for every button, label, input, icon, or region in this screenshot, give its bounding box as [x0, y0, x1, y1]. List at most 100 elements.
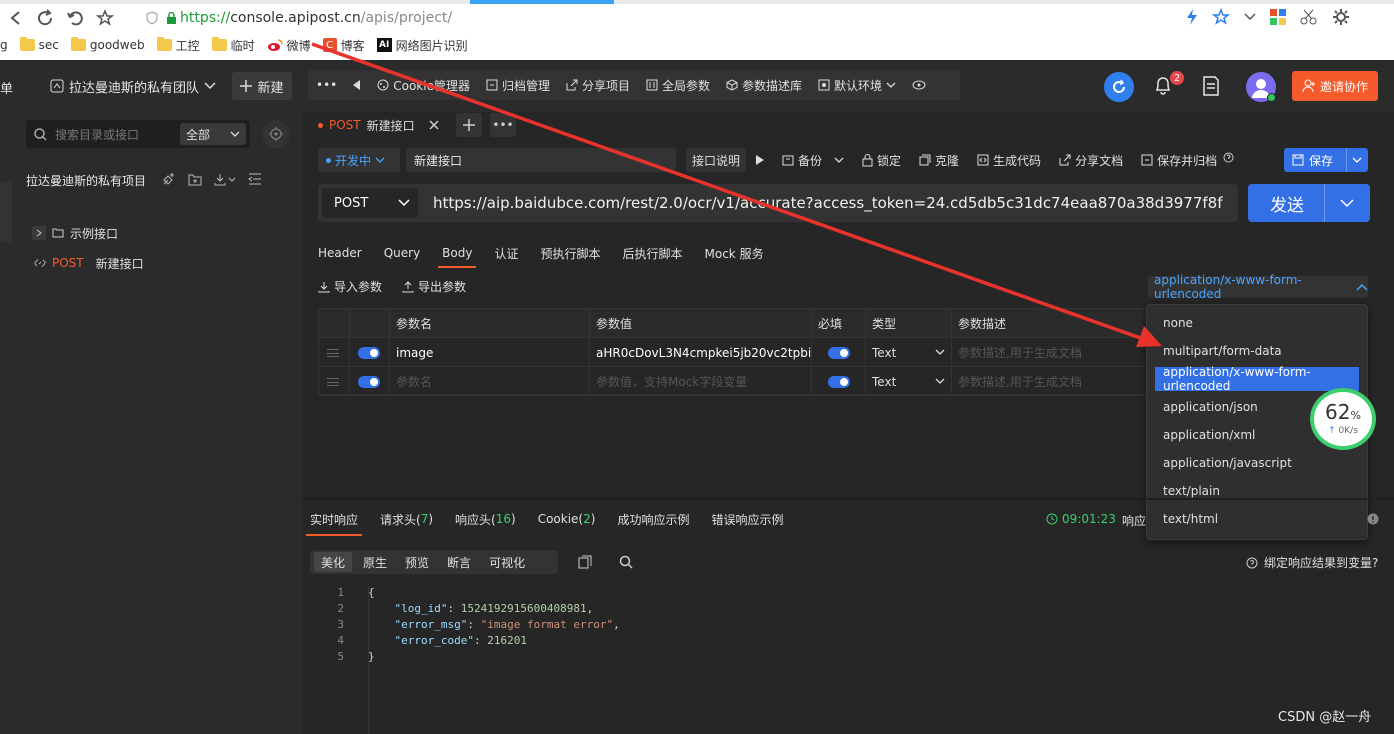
refresh-icon[interactable] — [30, 4, 60, 32]
method-select[interactable]: POST — [322, 188, 418, 218]
tab-auth[interactable]: 认证 — [494, 240, 518, 266]
lock-button[interactable]: 锁定 — [862, 152, 901, 169]
generate-code-button[interactable]: 生成代码 — [977, 152, 1041, 169]
invite-button[interactable]: 邀请协作 — [1292, 71, 1378, 101]
content-type-select[interactable]: application/x-www-form-urlencoded — [1148, 273, 1368, 301]
bookmark-weibo[interactable]: 微博 — [267, 37, 311, 54]
panel-divider[interactable] — [302, 498, 1394, 500]
chevron-down-icon[interactable] — [1244, 13, 1256, 21]
tab-post-script[interactable]: 后执行脚本 — [623, 240, 683, 266]
toolbar-param-desc-library[interactable]: 参数描述库 — [726, 77, 802, 94]
tab-realtime-response[interactable]: 实时响应 — [305, 506, 363, 536]
param-name-input[interactable]: image — [389, 338, 589, 367]
toolbar-cookie-manager[interactable]: Cookie管理器 — [377, 77, 470, 94]
export-params-button[interactable]: 导出参数 — [402, 278, 466, 295]
help-icon[interactable] — [1223, 152, 1234, 163]
close-icon[interactable] — [429, 120, 439, 130]
more-tabs-icon[interactable]: ••• — [490, 113, 516, 137]
drag-handle[interactable] — [319, 338, 349, 367]
tab-response-headers[interactable]: 响应头(16) — [455, 506, 516, 532]
sync-icon[interactable] — [1104, 72, 1134, 102]
api-name-input[interactable]: 新建接口 — [406, 148, 676, 172]
avatar[interactable] — [1246, 72, 1276, 102]
url-input[interactable]: https://aip.baidubce.com/rest/2.0/ocr/v1… — [433, 190, 1223, 216]
bookmark-sec[interactable]: sec — [19, 37, 59, 52]
request-tab[interactable]: POST 新建接口 — [310, 112, 448, 138]
tree-folder-example[interactable]: 示例接口 — [32, 222, 118, 244]
tree-api-item[interactable]: POST 新建接口 — [34, 252, 144, 274]
run-icon[interactable] — [756, 155, 764, 165]
tab-cookie[interactable]: Cookie(2) — [538, 506, 596, 532]
toolbar-environment[interactable]: 默认环境 — [818, 77, 896, 94]
star-icon[interactable] — [90, 4, 120, 32]
backup-button[interactable]: 备份 — [782, 152, 844, 169]
add-tab-icon[interactable] — [456, 113, 482, 137]
param-value-input[interactable]: 参数值，支持Mock字段变量 — [589, 367, 811, 396]
tab-success-example[interactable]: 成功响应示例 — [617, 506, 689, 532]
tab-pre-script[interactable]: 预执行脚本 — [540, 240, 600, 266]
address-bar[interactable]: https://console.apipost.cn/apis/project/ — [142, 6, 1182, 30]
api-desc-button[interactable]: 接口说明 — [686, 148, 746, 172]
drag-handle[interactable] — [319, 367, 349, 396]
row-enabled-toggle[interactable] — [349, 338, 389, 367]
save-archive-button[interactable]: 保存并归档 — [1141, 152, 1234, 169]
favorite-star-icon[interactable] — [1212, 8, 1230, 26]
bookmark-blog[interactable]: C 博客 — [322, 37, 365, 54]
copy-icon[interactable] — [578, 555, 592, 569]
option-multipart[interactable]: multipart/form-data — [1155, 339, 1359, 363]
new-api-icon[interactable] — [162, 172, 176, 186]
toolbar-archive[interactable]: 归档管理 — [486, 77, 550, 94]
document-icon[interactable] — [1202, 76, 1220, 96]
chevron-down-icon[interactable] — [1340, 199, 1354, 208]
row-enabled-toggle[interactable] — [349, 367, 389, 396]
bookmark-goodweb[interactable]: goodweb — [70, 37, 145, 52]
format-visualize[interactable]: 可视化 — [482, 552, 532, 572]
format-assert[interactable]: 断言 — [440, 552, 478, 572]
more-icon[interactable]: ••• — [316, 78, 337, 92]
required-toggle[interactable] — [811, 367, 865, 396]
collapse-left-icon[interactable] — [353, 80, 361, 90]
format-preview[interactable]: 预览 — [398, 552, 436, 572]
send-button[interactable]: 发送 — [1248, 184, 1370, 222]
option-javascript[interactable]: application/javascript — [1155, 451, 1359, 475]
new-button[interactable]: 新建 — [232, 72, 292, 100]
chevron-down-icon[interactable] — [1352, 157, 1362, 164]
bookmark-image-recognition[interactable]: AI 网络图片识别 — [376, 37, 468, 54]
option-none[interactable]: none — [1155, 311, 1359, 335]
locate-icon[interactable] — [262, 120, 290, 148]
format-beautify[interactable]: 美化 — [314, 552, 353, 572]
format-raw[interactable]: 原生 — [356, 552, 394, 572]
toolbar-global-params[interactable]: 全局参数 — [646, 77, 710, 94]
status-select[interactable]: 开发中 — [318, 148, 400, 172]
import-params-button[interactable]: 导入参数 — [318, 278, 382, 295]
eye-icon[interactable] — [912, 80, 926, 90]
scissors-icon[interactable] — [1300, 9, 1318, 25]
tab-header[interactable]: Header — [318, 240, 362, 266]
bookmark-gongkong[interactable]: 工控 — [156, 37, 200, 54]
speed-widget[interactable]: 62% ↑ 0K/s — [1310, 388, 1376, 450]
bookmark-g[interactable]: g — [0, 38, 8, 52]
settings-gear-icon[interactable] — [1332, 8, 1350, 26]
tab-request-headers[interactable]: 请求头(7) — [380, 506, 433, 532]
scope-select[interactable]: 全部 — [180, 123, 246, 145]
share-doc-button[interactable]: 分享文档 — [1059, 152, 1123, 169]
lightning-icon[interactable] — [1186, 9, 1198, 25]
required-toggle[interactable] — [811, 338, 865, 367]
param-value-input[interactable]: aHR0cDovL3N4cmpkei5jb20vc2tpbi — [589, 338, 811, 367]
undo-icon[interactable] — [60, 4, 90, 32]
tab-mock[interactable]: Mock 服务 — [705, 240, 764, 266]
menu-label[interactable]: 单 — [0, 78, 13, 97]
param-name-input[interactable]: 参数名 — [389, 367, 589, 396]
apps-grid-icon[interactable] — [1270, 9, 1286, 25]
back-icon[interactable] — [0, 4, 30, 32]
bookmark-linshi[interactable]: 临时 — [211, 37, 255, 54]
collapse-sidebar-icon[interactable] — [248, 172, 262, 186]
tab-body[interactable]: Body — [438, 240, 477, 268]
response-code[interactable]: 1 { 2 "log_id": 1524192915600408981, 3 "… — [318, 586, 1378, 734]
bind-response-link[interactable]: 绑定响应结果到变量? — [1246, 554, 1378, 571]
new-folder-icon[interactable] — [188, 172, 202, 186]
tab-error-example[interactable]: 错误响应示例 — [711, 506, 783, 532]
type-select[interactable]: Text — [865, 338, 951, 367]
clone-button[interactable]: 克隆 — [919, 152, 959, 169]
option-urlencoded[interactable]: application/x-www-form-urlencoded — [1155, 365, 1359, 393]
